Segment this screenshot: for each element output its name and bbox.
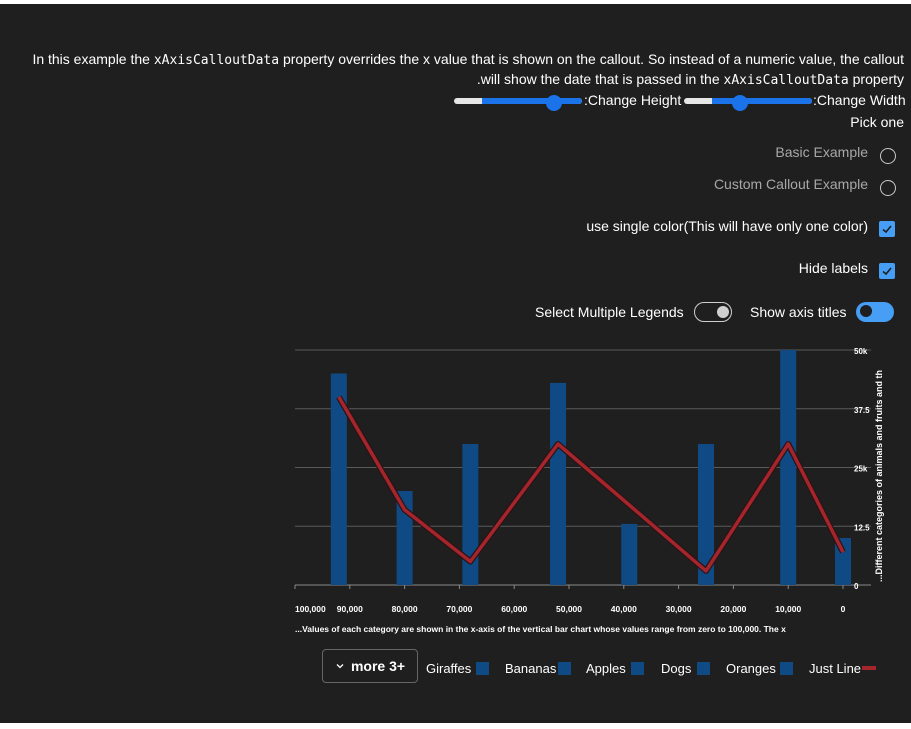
legend-item-apples[interactable]: Apples xyxy=(586,661,626,676)
legend-swatch-dogs xyxy=(697,662,710,675)
legend-overflow-button[interactable]: more 3+ xyxy=(322,649,418,683)
legend-swatch-apples xyxy=(631,662,644,675)
bar xyxy=(780,350,797,585)
legend-item-giraffes[interactable]: Giraffes xyxy=(426,661,471,676)
x-tick-label: 50,000 xyxy=(556,604,582,614)
legend-item-dogs[interactable]: Dogs xyxy=(661,661,691,676)
app-frame: In this example the xAxisCalloutData pro… xyxy=(0,4,911,723)
legend-label: Bananas xyxy=(505,661,557,676)
x-tick-label: 70,000 xyxy=(446,604,472,614)
legend-label: Just Line xyxy=(809,661,862,676)
line-series-outline xyxy=(336,395,846,574)
legend-label: Dogs xyxy=(661,661,692,676)
y-tick-label: 12.5 xyxy=(854,523,870,532)
legend-swatch-just-line xyxy=(862,666,876,670)
line-series-just-line xyxy=(337,396,845,573)
legend-swatch-bananas xyxy=(558,662,571,675)
legend-label: Oranges xyxy=(726,661,776,676)
legend-label: Giraffes xyxy=(426,661,472,676)
legend-overflow-label: more 3+ xyxy=(350,658,406,674)
x-tick-label: 100,000 xyxy=(295,604,326,614)
vertical-bar-chart: 100,000 90,000 80,000 70,000 60,000 50,000 40,… xyxy=(294,347,884,634)
bar xyxy=(621,523,638,585)
x-tick-label: 60,000 xyxy=(501,604,527,614)
y-axis-title: ...Different categories of animals and f… xyxy=(874,370,884,582)
legend-label: Apples xyxy=(586,661,626,676)
y-tick-label: 50k xyxy=(854,347,868,356)
y-tick-label: 0 xyxy=(854,582,859,591)
legend-swatch-giraffes xyxy=(476,662,489,675)
y-tick-label: 37.5 xyxy=(854,406,870,415)
x-tick-label: 90,000 xyxy=(337,604,363,614)
x-tick-label: 10,000 xyxy=(775,604,801,614)
legend-item-oranges[interactable]: Oranges xyxy=(726,661,776,676)
bar xyxy=(550,382,567,585)
x-axis-title: ...Values of each category are shown in … xyxy=(295,624,786,634)
chevron-down-icon xyxy=(336,664,344,669)
x-tick-label: 40,000 xyxy=(611,604,637,614)
x-tick-label: 80,000 xyxy=(392,604,418,614)
y-tick-label: 25k xyxy=(854,465,868,474)
x-tick-label: 30,000 xyxy=(666,604,692,614)
legend-item-just-line[interactable]: Just Line xyxy=(809,661,861,676)
x-tick-label: 20,000 xyxy=(720,604,746,614)
legend-swatch-oranges xyxy=(780,662,793,675)
x-tick-label: 0 xyxy=(841,604,846,614)
legend-item-bananas[interactable]: Bananas xyxy=(505,661,556,676)
